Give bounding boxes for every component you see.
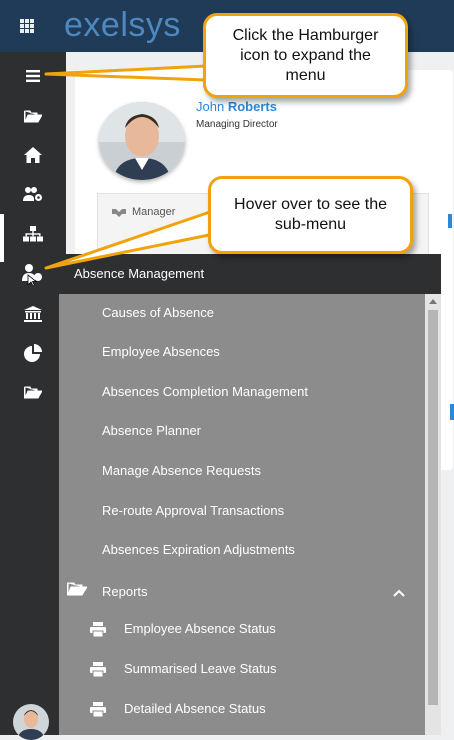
callout-pointer-hover (44, 210, 216, 270)
hover-callout: Hover over to see the sub-menu (208, 176, 413, 254)
callout-arrows (44, 64, 216, 270)
hover-callout-text: Hover over to see the sub-menu (234, 196, 387, 233)
callout-pointer-hamburger (44, 64, 208, 82)
hamburger-callout: Click the Hamburger icon to expand the m… (203, 13, 408, 98)
hamburger-callout-text: Click the Hamburger icon to expand the m… (232, 26, 379, 84)
